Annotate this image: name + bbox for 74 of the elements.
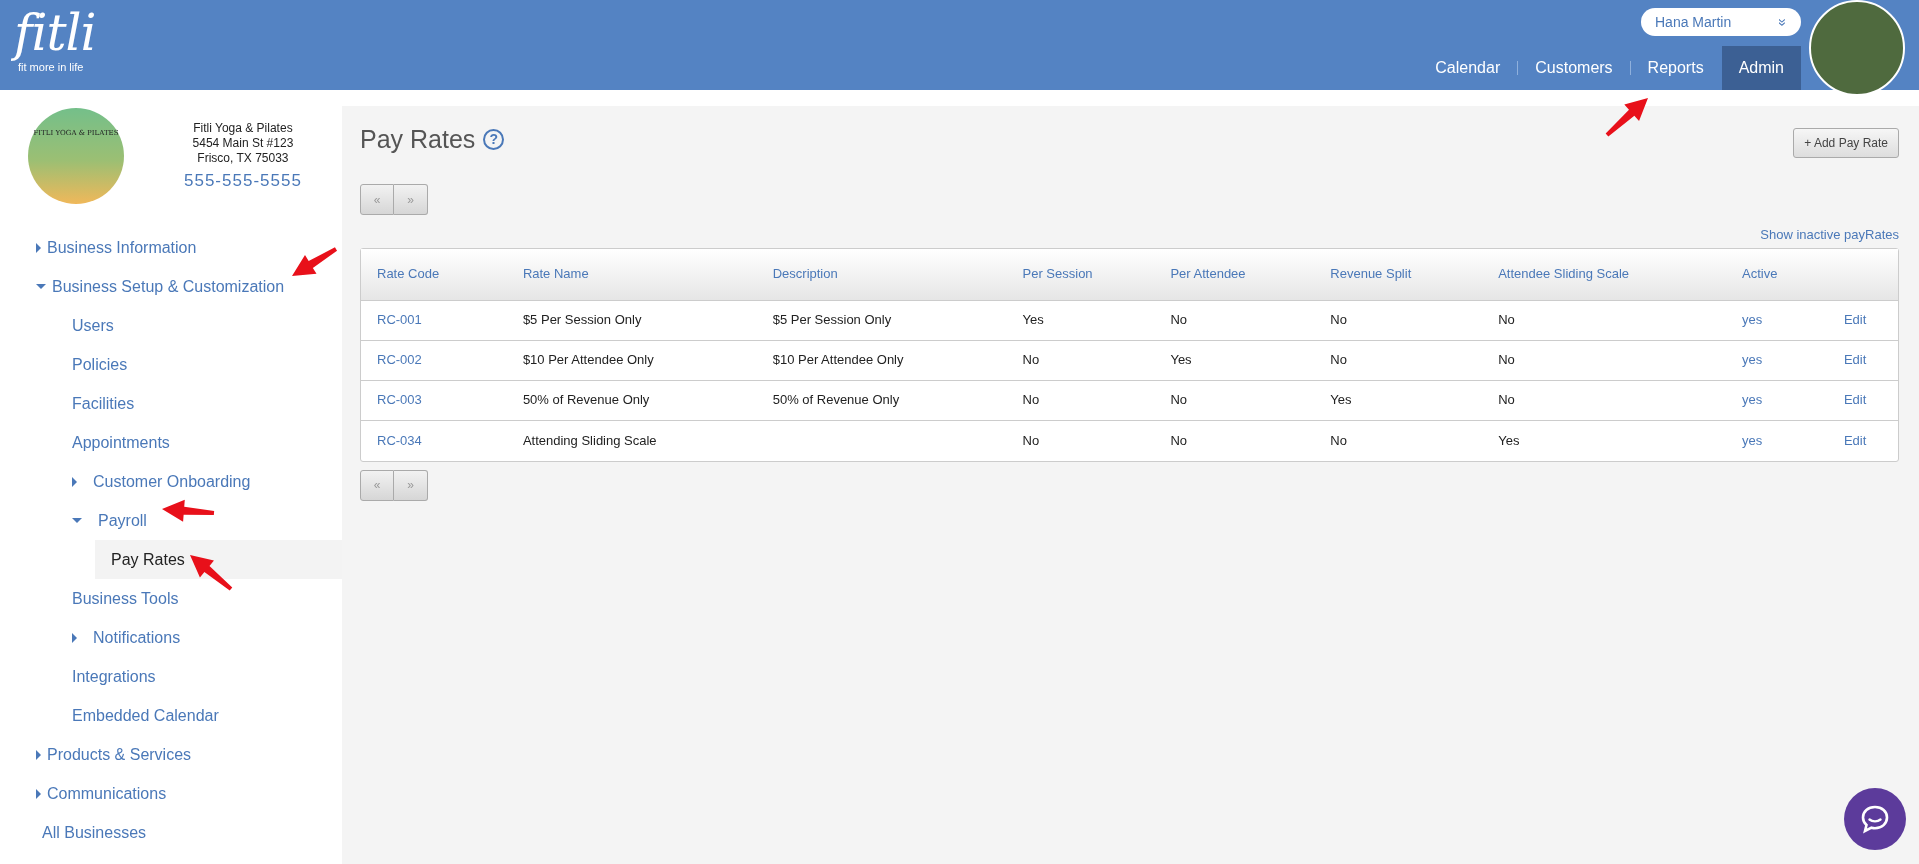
add-pay-rate-button[interactable]: + Add Pay Rate [1793,128,1899,158]
edit-link[interactable]: Edit [1843,392,1867,408]
table-cell: No [1170,392,1188,408]
table-cell: Yes [1330,392,1352,408]
sidebar-item[interactable]: Notifications [0,618,342,657]
caret-icon [72,632,77,643]
nav-tab[interactable]: Admin [1721,46,1801,90]
table-cell: Yes [1022,312,1044,328]
table-cell: No [1330,432,1347,448]
sidebar-item[interactable]: Pay Rates [95,540,342,579]
nav-tab[interactable]: Calendar [1418,46,1518,90]
sidebar-item[interactable]: Users [0,306,342,345]
business-phone: 555-555-5555 [184,169,302,192]
page-title: Pay Rates [360,124,476,154]
table-cell: $5 Per Session Only [522,312,642,328]
column-header[interactable]: Rate Code [361,248,507,301]
logo-tagline: fit more in life [17,62,85,73]
table-cell: No [1498,352,1515,368]
sidebar-item[interactable]: Business Tools [0,579,342,618]
nav-tab[interactable]: Customers [1518,46,1630,90]
table-cell: Yes [1498,432,1520,448]
caret-icon [36,749,41,760]
table-cell: No [1170,432,1188,448]
sidebar-item[interactable]: Integrations [0,657,342,696]
annotation-arrow [190,555,233,591]
table-cell: No [1022,352,1040,368]
table-cell: $10 Per Attendee Only [772,352,904,368]
edit-link[interactable]: Edit [1843,432,1867,448]
sidebar-item[interactable]: Embedded Calendar [0,696,342,735]
caret-icon [72,476,77,487]
annotation-arrow [292,247,338,276]
table-cell: No [1022,432,1040,448]
sidebar-item[interactable]: Appointments [0,423,342,462]
user-menu[interactable]: Hana Martin » [1641,8,1801,36]
business-address: Frisco, TX 75033 [197,150,289,166]
table-cell: Attending Sliding Scale [522,432,657,448]
annotation-arrow [1605,98,1648,137]
table-cell: $5 Per Session Only [772,312,892,328]
table-cell: $10 Per Attendee Only [522,352,654,368]
active-link[interactable]: yes [1742,352,1763,368]
business-name: Fitli Yoga & Pilates [193,120,293,136]
rate-code-link[interactable]: RC-002 [377,352,422,368]
business-address: 5454 Main St #123 [192,135,294,151]
sidebar-item[interactable]: Communications [0,774,342,813]
table-cell: No [1498,392,1515,408]
caret-icon [36,284,46,289]
table-cell: No [1170,312,1188,328]
sidebar-item[interactable]: Customer Onboarding [0,462,342,501]
edit-link[interactable]: Edit [1843,352,1867,368]
nav-tab[interactable]: Reports [1630,46,1721,90]
active-link[interactable]: yes [1742,432,1763,448]
annotation-arrow [162,499,215,522]
table-cell: 50% of Revenue Only [522,392,650,408]
rate-code-link[interactable]: RC-034 [377,432,422,448]
chat-icon [1860,804,1890,834]
table-cell: No [1022,392,1040,408]
sidebar-item[interactable]: Policies [0,345,342,384]
help-icon[interactable]: ? [483,128,505,150]
sidebar-item[interactable]: All Businesses [0,813,342,852]
active-link[interactable]: yes [1742,392,1763,408]
table-cell: No [1498,312,1515,328]
rate-code-link[interactable]: RC-001 [377,312,422,328]
sidebar-item[interactable]: Facilities [0,384,342,423]
table-cell: 50% of Revenue Only [772,392,900,408]
caret-icon [36,242,41,253]
rate-code-link[interactable]: RC-003 [377,392,422,408]
table-cell: Yes [1170,352,1192,368]
edit-link[interactable]: Edit [1843,312,1867,328]
caret-icon [72,518,82,523]
table-cell: No [1330,312,1347,328]
table-cell: No [1330,352,1347,368]
caret-icon [36,788,41,799]
active-link[interactable]: yes [1742,312,1763,328]
sidebar-item[interactable]: Products & Services [0,735,342,774]
